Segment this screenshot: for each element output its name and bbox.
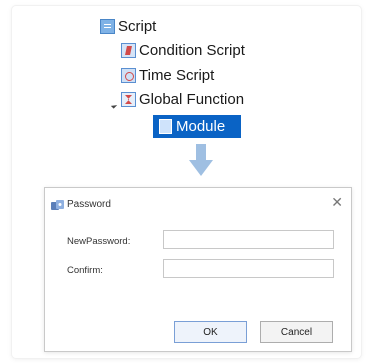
key-icon [51, 200, 64, 210]
new-password-label: NewPassword: [67, 236, 131, 247]
tree-item-label: Module [176, 118, 226, 135]
new-password-input[interactable] [163, 230, 334, 249]
condition-script-icon [121, 43, 136, 58]
time-script-icon [121, 68, 136, 83]
tree-item-label: Global Function [139, 91, 245, 108]
close-icon[interactable]: ✕ [331, 195, 343, 209]
dialog-title: Password [67, 199, 111, 210]
tree-item-script[interactable]: Script [100, 16, 156, 37]
tree-item-global-function[interactable]: Global Function [121, 89, 244, 110]
script-icon [100, 19, 115, 34]
ok-button[interactable]: OK [174, 321, 247, 343]
cancel-button[interactable]: Cancel [260, 321, 333, 343]
password-dialog: Password ✕ NewPassword: Confirm: OK Canc… [44, 187, 352, 352]
tree-item-module[interactable]: Module [153, 115, 241, 138]
down-arrow-icon [189, 144, 213, 176]
confirm-label: Confirm: [67, 265, 103, 276]
dialog-titlebar[interactable]: Password ✕ [45, 188, 351, 214]
figure-frame: Script Condition Script Time Script Glob… [12, 6, 361, 358]
expanded-arrow-icon[interactable] [110, 102, 118, 109]
tree-item-label: Time Script [139, 67, 215, 84]
tree-item-label: Condition Script [139, 42, 245, 59]
module-icon [159, 119, 172, 134]
global-function-icon [121, 92, 136, 107]
tree-item-time-script[interactable]: Time Script [121, 65, 214, 86]
tree-item-condition-script[interactable]: Condition Script [121, 40, 245, 61]
tree-item-label: Script [118, 18, 157, 35]
confirm-password-input[interactable] [163, 259, 334, 278]
